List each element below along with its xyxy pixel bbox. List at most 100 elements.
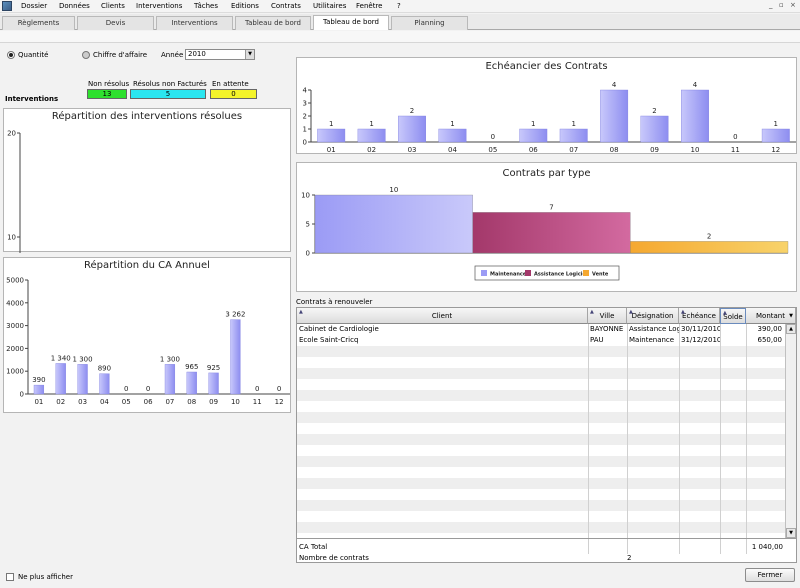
menu-interventions[interactable]: Interventions (136, 2, 182, 10)
tab-devis[interactable]: Devis (77, 16, 154, 30)
data-label: 925 (207, 364, 220, 372)
y-tick-label: 20 (7, 130, 16, 138)
cell-ville: BAYONNE (590, 325, 624, 333)
restore-icon[interactable]: ▫ (779, 1, 784, 9)
bar (640, 115, 669, 143)
cell-echeance: 31/12/2010 (681, 336, 720, 344)
sort-icon: ▼ (789, 313, 793, 319)
annee-select[interactable]: 2010 ▼ (185, 49, 255, 60)
data-label: 0 (255, 385, 259, 393)
x-tick-label: 01 (327, 146, 336, 154)
legend-label: Assistance Logiciel (534, 272, 588, 278)
x-tick-label: 12 (275, 398, 284, 406)
non-resolus-badge: 13 (87, 89, 127, 99)
table-row-empty (297, 478, 785, 489)
table-row-empty (297, 368, 785, 379)
column-header-ville[interactable]: ▲ Ville (588, 308, 627, 324)
tab-tableau-de-bord[interactable]: Tableau de bord (313, 15, 389, 30)
data-label: 7 (549, 203, 553, 211)
bar (600, 89, 629, 143)
cell-designation: Assistance Logiciel (629, 325, 679, 333)
cell-client: Cabinet de Cardiologie (299, 325, 379, 333)
x-tick-label: 06 (529, 146, 538, 154)
legend-swatch (481, 270, 487, 276)
menu-clients[interactable]: Clients (101, 2, 125, 10)
y-tick-label: 4000 (6, 299, 24, 307)
y-tick-label: 10 (7, 234, 16, 242)
scroll-down-icon[interactable]: ▼ (786, 528, 796, 538)
menu-donnees[interactable]: Données (59, 2, 90, 10)
menu-fenetre[interactable]: Fenêtre (356, 2, 382, 10)
menu-editions[interactable]: Editions (231, 2, 259, 10)
x-tick-label: 04 (448, 146, 457, 154)
tab-interventions[interactable]: Interventions (156, 16, 233, 30)
data-label: 2 (410, 107, 414, 115)
menu-taches[interactable]: Tâches (194, 2, 218, 10)
bar (630, 241, 789, 254)
minimize-icon[interactable]: _ (769, 1, 773, 9)
menu-dossier[interactable]: Dossier (21, 2, 47, 10)
contrats-par-type-chart: 0 5 10 10 7 2 Maintenance Assistance Logiciel Ve… (301, 186, 789, 281)
x-tick-label: 08 (610, 146, 619, 154)
sort-icon: ▲ (590, 309, 594, 315)
contrats-a-renouveler-label: Contrats à renouveler (296, 298, 373, 306)
quantite-label: Quantité (18, 51, 49, 59)
data-label: 0 (146, 385, 150, 393)
data-label: 0 (124, 385, 128, 393)
ca-total-label: CA Total (299, 543, 328, 551)
column-header-echeance[interactable]: ▲ Echéance (679, 308, 720, 324)
data-label: 890 (98, 365, 111, 373)
y-tick-label: 10 (301, 192, 310, 200)
data-label: 965 (185, 363, 198, 371)
table-scrollbar[interactable]: ▲ ▼ (785, 324, 796, 538)
chiffre-affaire-radio[interactable] (82, 51, 90, 59)
data-label: 1 (369, 120, 373, 128)
menu-contrats[interactable]: Contrats (271, 2, 301, 10)
bar (33, 384, 45, 395)
tab-tableau-de-bord-salarie[interactable]: Tableau de bord Salarié (235, 16, 311, 39)
column-header-designation[interactable]: ▲ Désignation (627, 308, 679, 324)
tab-reglements[interactable]: Règlements (2, 16, 75, 30)
x-tick-label: 06 (144, 398, 153, 406)
cell-echeance: 30/11/2010 (681, 325, 720, 333)
menu-help[interactable]: ? (397, 2, 401, 10)
y-tick-label: 0 (303, 139, 307, 147)
x-tick-label: 02 (367, 146, 376, 154)
x-tick-label: 09 (209, 398, 218, 406)
bar (208, 372, 219, 395)
column-header-solde[interactable]: ▲ Solde (720, 308, 746, 324)
x-tick-label: 04 (100, 398, 109, 406)
table-row[interactable]: Cabinet de Cardiologie BAYONNE Assistanc… (297, 324, 785, 335)
bar (186, 371, 197, 395)
x-tick-label: 08 (187, 398, 196, 406)
sort-icon: ▲ (629, 309, 633, 315)
data-label: 10 (389, 186, 398, 194)
table-row-empty (297, 346, 785, 357)
ca-total-value: 1 040,00 (751, 543, 783, 551)
x-tick-label: 07 (165, 398, 174, 406)
column-header-client[interactable]: ▲ Client (297, 308, 588, 324)
y-tick-label: 2000 (6, 345, 24, 353)
ne-plus-afficher-checkbox[interactable] (6, 573, 14, 581)
non-resolus-header: Non résolus (88, 80, 130, 88)
scroll-up-icon[interactable]: ▲ (786, 324, 796, 334)
fermer-button[interactable]: Fermer (745, 568, 795, 582)
x-tick-label: 09 (650, 146, 659, 154)
bar (314, 194, 473, 254)
data-label: 0 (491, 133, 495, 141)
x-tick-label: 10 (231, 398, 240, 406)
data-label: 1 (531, 120, 535, 128)
echeancier-chart: 0123410110220310400510610740820941001111… (303, 81, 796, 154)
nombre-contrats-value: 2 (627, 554, 632, 562)
tab-planning[interactable]: Planning (391, 16, 468, 30)
y-tick-label: 1 (303, 126, 307, 134)
resolus-non-factures-header: Résolus non Facturés (133, 80, 207, 88)
close-icon[interactable]: × (790, 1, 796, 9)
bar (519, 128, 548, 143)
quantite-radio[interactable] (7, 51, 15, 59)
x-tick-label: 11 (731, 146, 740, 154)
table-row[interactable]: Ecole Saint-Cricq PAU Maintenance 31/12/… (297, 335, 785, 346)
data-label: 2 (707, 232, 711, 240)
column-header-montant[interactable]: Montant ▼ (746, 308, 796, 324)
menu-utilitaires[interactable]: Utilitaires (313, 2, 346, 10)
